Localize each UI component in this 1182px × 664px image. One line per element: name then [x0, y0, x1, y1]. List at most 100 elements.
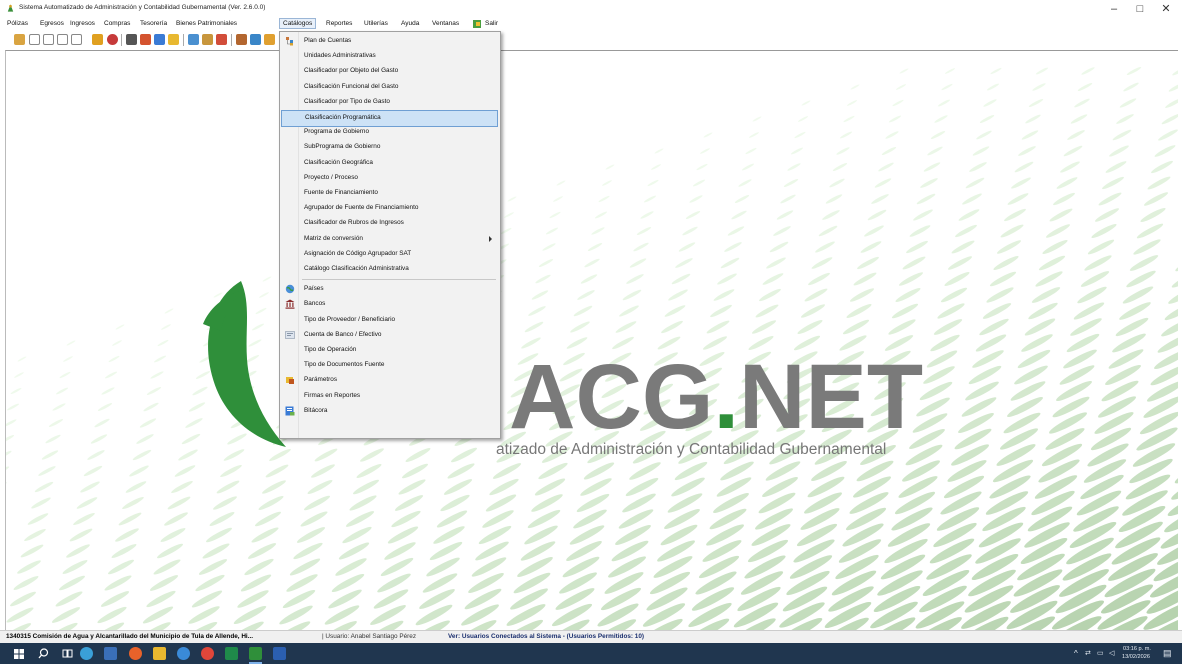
- background-leaf: [247, 543, 277, 559]
- background-leaf: [860, 241, 882, 253]
- clock-date[interactable]: 13/02/2026: [1122, 654, 1150, 660]
- background-leaf: [955, 224, 977, 238]
- toolbar-report-icon[interactable]: [92, 34, 103, 45]
- menu-item-tipo-de-proveedor-beneficiario[interactable]: Tipo de Proveedor / Beneficiario: [281, 313, 498, 328]
- menu-item-proyecto-proceso[interactable]: Proyecto / Proceso: [281, 171, 498, 186]
- toolbar-list-icon[interactable]: [188, 34, 199, 45]
- menu-item-firmas-en-reportes[interactable]: Firmas en Reportes: [281, 389, 498, 404]
- toolbar-chart-icon[interactable]: [140, 34, 151, 45]
- menu-item-subprograma-de-gobierno[interactable]: SubPrograma de Gobierno: [281, 140, 498, 155]
- menu-item-asignacion-de-codigo-agrupador-sat[interactable]: Asignación de Código Agrupador SAT: [281, 247, 498, 262]
- firefox-icon[interactable]: [129, 647, 142, 660]
- chrome-icon[interactable]: [201, 647, 214, 660]
- menu-item-label: Tipo de Proveedor / Beneficiario: [304, 315, 396, 323]
- background-leaf: [999, 428, 1039, 450]
- display-icon[interactable]: ▭: [1097, 649, 1104, 657]
- menu-polizas[interactable]: Pólizas: [7, 20, 28, 27]
- toolbar-tools-icon[interactable]: [202, 34, 213, 45]
- menu-ventanas[interactable]: Ventanas: [432, 20, 459, 27]
- background-leaf: [902, 460, 940, 482]
- toolbar-box-icon[interactable]: [168, 34, 179, 45]
- sacg-app-taskbar-icon[interactable]: [249, 647, 262, 660]
- maximize-button[interactable]: □: [1128, 2, 1152, 16]
- menu-item-label: Firmas en Reportes: [304, 391, 361, 399]
- menu-catalogos[interactable]: Catálogos: [279, 18, 317, 29]
- background-leaf: [1112, 129, 1132, 141]
- menu-item-parametros[interactable]: Parámetros: [281, 373, 498, 388]
- background-leaf: [202, 543, 230, 559]
- toolbar-tree-icon[interactable]: [236, 34, 247, 45]
- menu-item-clasificador-de-rubros-de-ingresos[interactable]: Clasificador de Rubros de Ingresos: [281, 216, 498, 231]
- background-leaf: [63, 356, 73, 362]
- background-leaf: [1094, 208, 1120, 222]
- toolbar-calculator-icon[interactable]: [126, 34, 137, 45]
- menu-item-label: Clasificación Funcional del Gasto: [304, 82, 399, 90]
- menu-salir[interactable]: Salir: [485, 20, 498, 27]
- menu-ayuda[interactable]: Ayuda: [401, 20, 419, 27]
- toolbar-config-icon[interactable]: [216, 34, 227, 45]
- edge-browser-icon[interactable]: [80, 647, 93, 660]
- app-blue-icon[interactable]: [177, 647, 190, 660]
- title-bar: Sistema Automatizado de Administración y…: [0, 0, 1182, 17]
- background-leaf: [752, 320, 776, 334]
- minimize-button[interactable]: –: [1102, 2, 1126, 16]
- toolbar-folder-icon[interactable]: [14, 34, 25, 45]
- background-leaf: [1151, 160, 1173, 174]
- clock-time[interactable]: 03:16 p. m.: [1123, 646, 1151, 652]
- toolbar-window-icon[interactable]: [250, 34, 261, 45]
- menu-item-paises[interactable]: Países: [281, 282, 498, 297]
- background-leaf: [626, 274, 644, 284]
- toolbar-record-icon[interactable]: [107, 34, 118, 45]
- background-leaf: [352, 479, 380, 495]
- menu-item-agrupador-de-fuente-de-financiamiento[interactable]: Agrupador de Fuente de Financiamiento: [281, 201, 498, 216]
- menu-item-bitacora[interactable]: Bitácora: [281, 404, 498, 419]
- toolbar-key-icon[interactable]: [264, 34, 275, 45]
- menu-item-clasificador-por-tipo-de-gasto[interactable]: Clasificador por Tipo de Gasto: [281, 95, 498, 110]
- notification-icon[interactable]: ▤: [1163, 648, 1172, 659]
- background-leaf: [619, 305, 639, 317]
- status-connected-users-link[interactable]: Ver: Usuarios Conectados al Sistema - (U…: [448, 633, 644, 640]
- menu-item-programa-de-gobierno[interactable]: Programa de Gobierno: [281, 125, 498, 140]
- menu-item-cuenta-de-banco-efectivo[interactable]: Cuenta de Banco / Efectivo: [281, 328, 498, 343]
- toolbar-doc-icon[interactable]: [57, 34, 68, 45]
- volume-icon[interactable]: ◁: [1109, 649, 1114, 657]
- toolbar-doc-icon[interactable]: [43, 34, 54, 45]
- menu-item-catalogo-clasificacion-administrativa[interactable]: Catálogo Clasificación Administrativa: [281, 262, 498, 277]
- toolbar-doc-icon[interactable]: [29, 34, 40, 45]
- task-view-icon[interactable]: [62, 648, 73, 659]
- menu-compras[interactable]: Compras: [104, 20, 130, 27]
- network-icon[interactable]: ⇄: [1085, 649, 1091, 657]
- menu-bienes-patrimoniales[interactable]: Bienes Patrimoniales: [176, 20, 237, 27]
- menu-ingresos[interactable]: Ingresos: [70, 20, 95, 27]
- background-leaf: [899, 68, 909, 74]
- menu-reportes[interactable]: Reportes: [326, 20, 352, 27]
- menu-item-clasificador-por-objeto-del-gasto[interactable]: Clasificador por Objeto del Gasto: [281, 64, 498, 79]
- menu-item-unidades-administrativas[interactable]: Unidades Administrativas: [281, 49, 498, 64]
- menu-item-bancos[interactable]: Bancos: [281, 297, 498, 312]
- menu-item-fuente-de-financiamiento[interactable]: Fuente de Financiamiento: [281, 186, 498, 201]
- toolbar-users-icon[interactable]: [154, 34, 165, 45]
- file-explorer-icon[interactable]: [153, 647, 166, 660]
- menu-item-matriz-de-conversion[interactable]: Matriz de conversión: [281, 232, 498, 247]
- close-button[interactable]: ✕: [1154, 2, 1178, 16]
- menu-item-plan-de-cuentas[interactable]: Plan de Cuentas: [281, 34, 498, 49]
- background-leaf: [104, 575, 132, 591]
- menu-tesoreria[interactable]: Tesorería: [140, 20, 167, 27]
- excel-icon[interactable]: [225, 647, 238, 660]
- background-leaf: [853, 476, 891, 498]
- calculator-app-icon[interactable]: [104, 647, 117, 660]
- background-leaf: [150, 371, 164, 379]
- search-icon[interactable]: [38, 648, 49, 659]
- menu-item-tipo-de-operacion[interactable]: Tipo de Operación: [281, 343, 498, 358]
- menu-item-label: Programa de Gobierno: [304, 128, 370, 136]
- background-leaf: [171, 480, 193, 494]
- windows-start-icon[interactable]: [14, 649, 24, 659]
- toolbar-doc-icon[interactable]: [71, 34, 82, 45]
- menu-utilerias[interactable]: Utilerías: [364, 20, 388, 27]
- menu-item-clasificacion-funcional-del-gasto[interactable]: Clasificación Funcional del Gasto: [281, 80, 498, 95]
- word-icon[interactable]: [273, 647, 286, 660]
- menu-item-tipo-de-documentos-fuente[interactable]: Tipo de Documentos Fuente: [281, 358, 498, 373]
- menu-egresos[interactable]: Egresos: [40, 20, 64, 27]
- tray-chevron-icon[interactable]: ^: [1074, 649, 1078, 658]
- menu-item-clasificacion-geografica[interactable]: Clasificación Geográfica: [281, 156, 498, 171]
